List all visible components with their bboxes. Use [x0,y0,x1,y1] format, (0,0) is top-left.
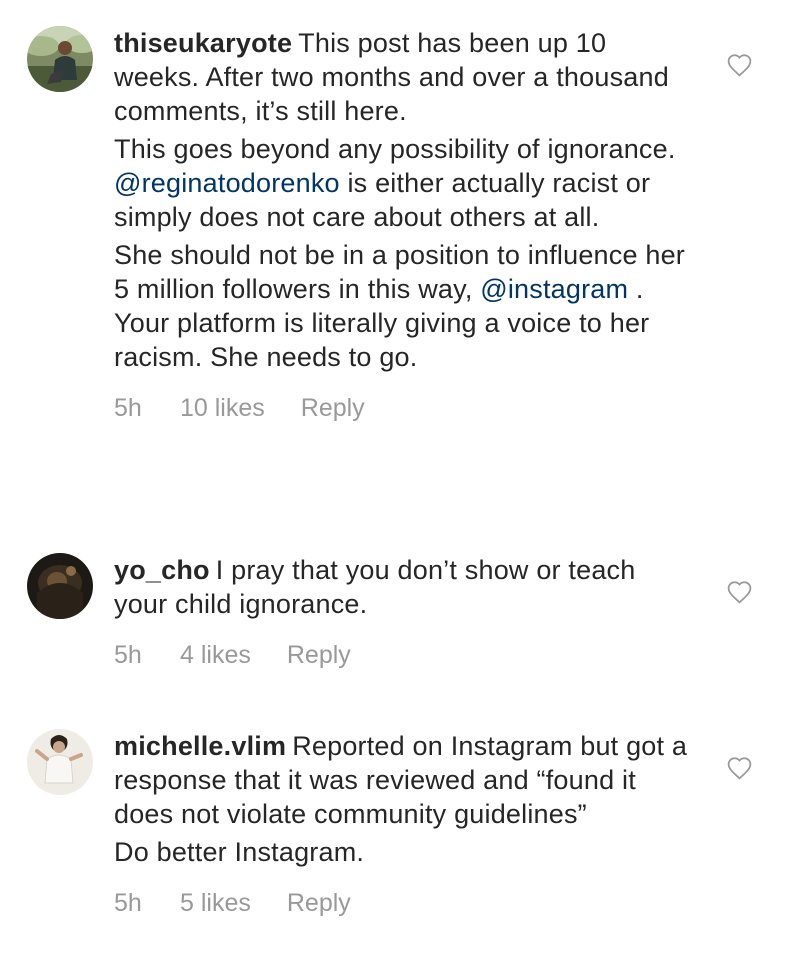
comment-meta: 5h 10 likes Reply [114,394,694,423]
comment-username[interactable]: thiseukaryote [114,28,292,58]
comment-body: michelle.vlim Reported on Instagram but g… [114,729,694,918]
comment-body: yo_cho I pray that you don’t show or teac… [114,553,694,670]
comment-meta: 5h 4 likes Reply [114,641,694,670]
reply-button[interactable]: Reply [301,394,365,423]
comment-paragraph: Do better Instagram. [114,835,694,869]
comment-paragraph: thiseukaryote This post has been up 10 we… [114,26,694,128]
comment-time: 5h [114,641,142,669]
likes-count-link[interactable]: 10 likes [180,394,265,423]
heart-outline-icon[interactable] [726,53,753,77]
profile-photo-icon [27,26,93,92]
comment-time: 5h [114,394,142,422]
comment-paragraph: yo_cho I pray that you don’t show or teac… [114,553,694,621]
comment-text: Do better Instagram. [114,837,365,867]
comment-paragraph: This goes beyond any possibility of igno… [114,132,694,234]
heart-outline-icon[interactable] [726,756,753,780]
comment-time: 5h [114,889,142,917]
comment-meta: 5h 5 likes Reply [114,889,694,918]
comment-text: This goes beyond any possibility of igno… [114,134,676,164]
mention-link[interactable]: @reginatodorenko [114,168,340,198]
reply-button[interactable]: Reply [287,889,351,918]
comment-paragraph: She should not be in a position to influ… [114,238,694,374]
comment-username[interactable]: michelle.vlim [114,731,286,761]
comment-body: thiseukaryote This post has been up 10 we… [114,26,694,423]
profile-photo-icon [27,553,93,619]
avatar[interactable] [27,553,93,619]
comment-paragraph: michelle.vlim Reported on Instagram but g… [114,729,694,831]
profile-photo-icon [27,729,93,795]
mention-link[interactable]: @instagram [480,274,628,304]
avatar[interactable] [27,729,93,795]
likes-count-link[interactable]: 4 likes [180,641,251,670]
reply-button[interactable]: Reply [287,641,351,670]
avatar[interactable] [27,26,93,92]
comment-username[interactable]: yo_cho [114,555,210,585]
likes-count-link[interactable]: 5 likes [180,889,251,918]
heart-outline-icon[interactable] [726,580,753,604]
